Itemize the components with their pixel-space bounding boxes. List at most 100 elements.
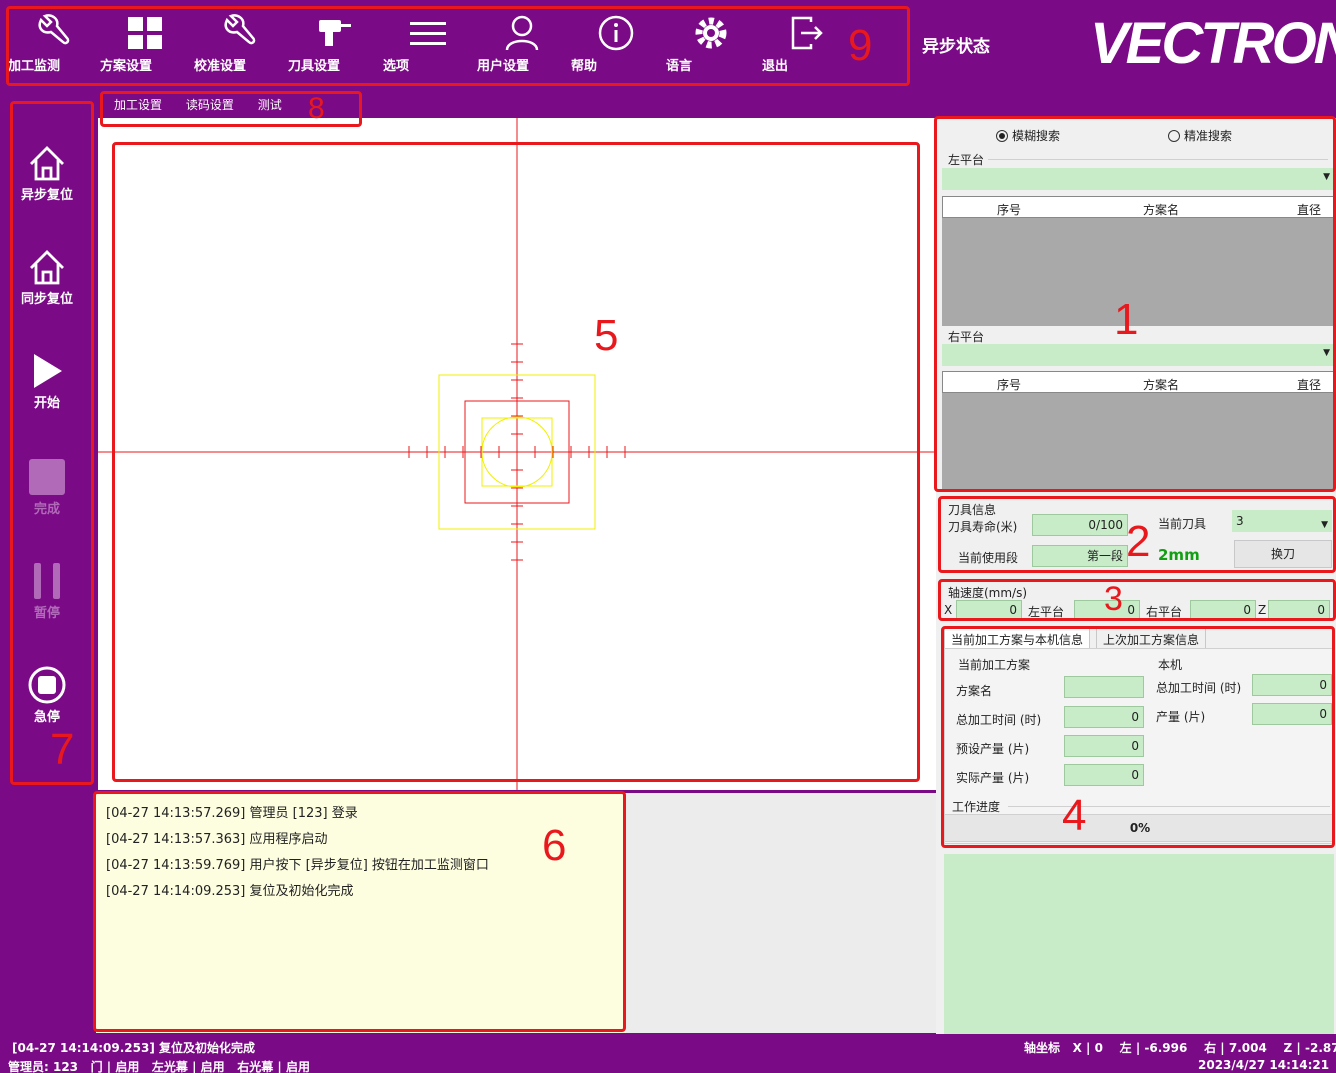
coord-x-label: X	[1072, 1041, 1082, 1055]
progress-value: 0%	[1129, 821, 1151, 835]
async-reset-button[interactable]: 异步复位	[14, 144, 80, 203]
empty-panel	[626, 793, 936, 1033]
exit-icon	[791, 16, 823, 50]
axis-left-label: 左平台	[1028, 605, 1065, 619]
exact-search-radio[interactable]: 精准搜索	[1168, 127, 1232, 144]
toolbar-label: 加工监测	[8, 59, 61, 74]
gear-icon	[695, 17, 727, 49]
toolbar-plan-settings-button[interactable]: 方案设置	[100, 14, 190, 80]
fuzzy-search-radio[interactable]: 模糊搜索	[996, 127, 1060, 144]
sync-reset-button[interactable]: 同步复位	[14, 248, 80, 307]
toolbar-process-monitor-button[interactable]: 加工监测	[8, 14, 98, 80]
column-header: 直径	[1297, 203, 1322, 217]
annotation-number: 8	[308, 92, 325, 125]
nav-label: 完成	[33, 502, 60, 517]
left-platform-label: 左平台	[948, 153, 985, 167]
menu-icon	[410, 22, 446, 45]
axis-x-label: X	[944, 603, 953, 617]
right-platform-select[interactable]: ▼	[942, 344, 1334, 366]
column-header: 直径	[1297, 378, 1322, 392]
door-value: 启用	[115, 1060, 140, 1073]
toolbar-options-button[interactable]: 选项	[383, 14, 473, 80]
grid-icon	[128, 17, 162, 49]
submenu-test[interactable]: 测试	[258, 98, 282, 112]
machine-total-time-label: 总加工时间 (时)	[1156, 681, 1242, 695]
right-light-curtain-value: 启用	[286, 1060, 311, 1073]
nav-label: 暂停	[33, 606, 60, 621]
status-display-panel	[944, 854, 1334, 1034]
log-line: [04-27 14:13:57.269] 管理员 [123] 登录	[106, 806, 358, 821]
coord-z-label: Z	[1283, 1041, 1293, 1055]
current-tool-label: 当前刀具	[1158, 517, 1207, 531]
annotation-number: 1	[1114, 295, 1139, 344]
left-platform-select[interactable]: ▼	[942, 168, 1334, 190]
fuzzy-search-label: 模糊搜索	[1012, 129, 1061, 143]
toolbar-label: 语言	[666, 59, 693, 74]
toolbar-user-settings-button[interactable]: 用户设置	[477, 14, 567, 80]
emergency-stop-button[interactable]: 急停	[14, 666, 80, 725]
segment-label: 当前使用段	[958, 551, 1019, 565]
annotation-number: 9	[848, 21, 873, 70]
log-line: [04-27 14:14:09.253] 复位及初始化完成	[106, 884, 354, 899]
toolbar-language-button[interactable]: 语言	[666, 14, 756, 80]
coord-z-value: -2.874	[1304, 1041, 1336, 1055]
status-user-line: 管理员: 123 门 | 启用 左光幕 | 启用 右光幕 | 启用	[8, 1060, 311, 1073]
coord-left-value: -6.996	[1144, 1041, 1188, 1055]
annotation-number: 6	[542, 821, 567, 870]
column-header: 序号	[997, 203, 1022, 217]
crosshair-view	[98, 118, 936, 790]
machine-output-label: 产量 (片)	[1156, 710, 1206, 724]
nav-label: 急停	[33, 710, 60, 725]
status-message: [04-27 14:14:09.253] 复位及初始化完成	[12, 1041, 256, 1055]
toolbar-label: 方案设置	[100, 59, 153, 74]
toolbar-help-button[interactable]: 帮助	[571, 14, 661, 80]
coord-x-value: 0	[1094, 1041, 1103, 1055]
right-panel: 模糊搜索 精准搜索 左平台 ▼ 序号 方案名 直径 右平台 ▼ 序号 方案名 直…	[936, 118, 1336, 1034]
finish-button[interactable]: 完成	[14, 458, 80, 517]
annotation-number: 3	[1104, 580, 1123, 618]
toolbar-label: 退出	[762, 59, 789, 74]
status-datetime: 2023/4/27 14:14:21	[1198, 1058, 1330, 1072]
tool-size-label: 2mm	[1158, 546, 1200, 564]
toolbar-tool-settings-button[interactable]: 刀具设置	[288, 14, 378, 80]
column-header: 方案名	[1143, 203, 1180, 217]
coord-right-value: 7.004	[1228, 1041, 1267, 1055]
change-tool-button[interactable]: 换刀	[1234, 540, 1332, 568]
right-platform-table-header: 序号 方案名 直径	[942, 371, 1334, 393]
toolbar-label: 帮助	[571, 59, 598, 74]
chevron-down-icon: ▼	[1321, 520, 1328, 530]
segment-field: 第一段	[1032, 545, 1128, 567]
preset-output-label: 预设产量 (片)	[956, 742, 1030, 756]
current-tool-select[interactable]: 3 ▼	[1232, 510, 1332, 532]
annotation-number: 2	[1126, 517, 1151, 566]
submenu-code-reading-settings[interactable]: 读码设置	[186, 98, 234, 112]
chevron-down-icon: ▼	[1323, 348, 1330, 358]
annotation-number: 4	[1062, 791, 1087, 840]
radio-checked-icon	[996, 130, 1008, 142]
preset-output-field: 0	[1064, 735, 1144, 757]
current-tool-value: 3	[1236, 514, 1244, 528]
log-line: [04-27 14:13:59.769] 用户按下 [异步复位] 按钮在加工监测…	[106, 858, 489, 873]
axis-right-label: 右平台	[1146, 605, 1183, 619]
tool-life-field: 0/100	[1032, 514, 1128, 536]
machine-section-label: 本机	[1158, 658, 1183, 672]
axis-coord-label: 轴坐标	[1024, 1041, 1061, 1055]
pause-icon	[34, 563, 60, 599]
nav-label: 异步复位	[20, 188, 73, 203]
pause-button[interactable]: 暂停	[14, 562, 80, 621]
sub-menu: 加工设置 读码设置 测试	[114, 96, 302, 113]
plan-name-field	[1064, 676, 1144, 698]
start-button[interactable]: 开始	[14, 352, 80, 411]
axis-right-speed-field: 0	[1190, 600, 1256, 620]
toolbar-exit-button[interactable]: 退出	[762, 14, 852, 80]
left-light-curtain-label: 左光幕	[151, 1060, 188, 1073]
current-user: 管理员: 123	[8, 1060, 79, 1073]
toolbar-calibration-settings-button[interactable]: 校准设置	[194, 14, 284, 80]
coord-right-label: 右	[1204, 1041, 1217, 1055]
right-platform-table-body[interactable]	[942, 393, 1334, 489]
plan-total-time-field: 0	[1064, 706, 1144, 728]
submenu-process-settings[interactable]: 加工设置	[114, 98, 162, 112]
status-bar: [04-27 14:14:09.253] 复位及初始化完成 管理员: 123 门…	[0, 1034, 1336, 1073]
alignment-canvas[interactable]	[98, 118, 936, 790]
wrench-icon	[224, 14, 256, 45]
